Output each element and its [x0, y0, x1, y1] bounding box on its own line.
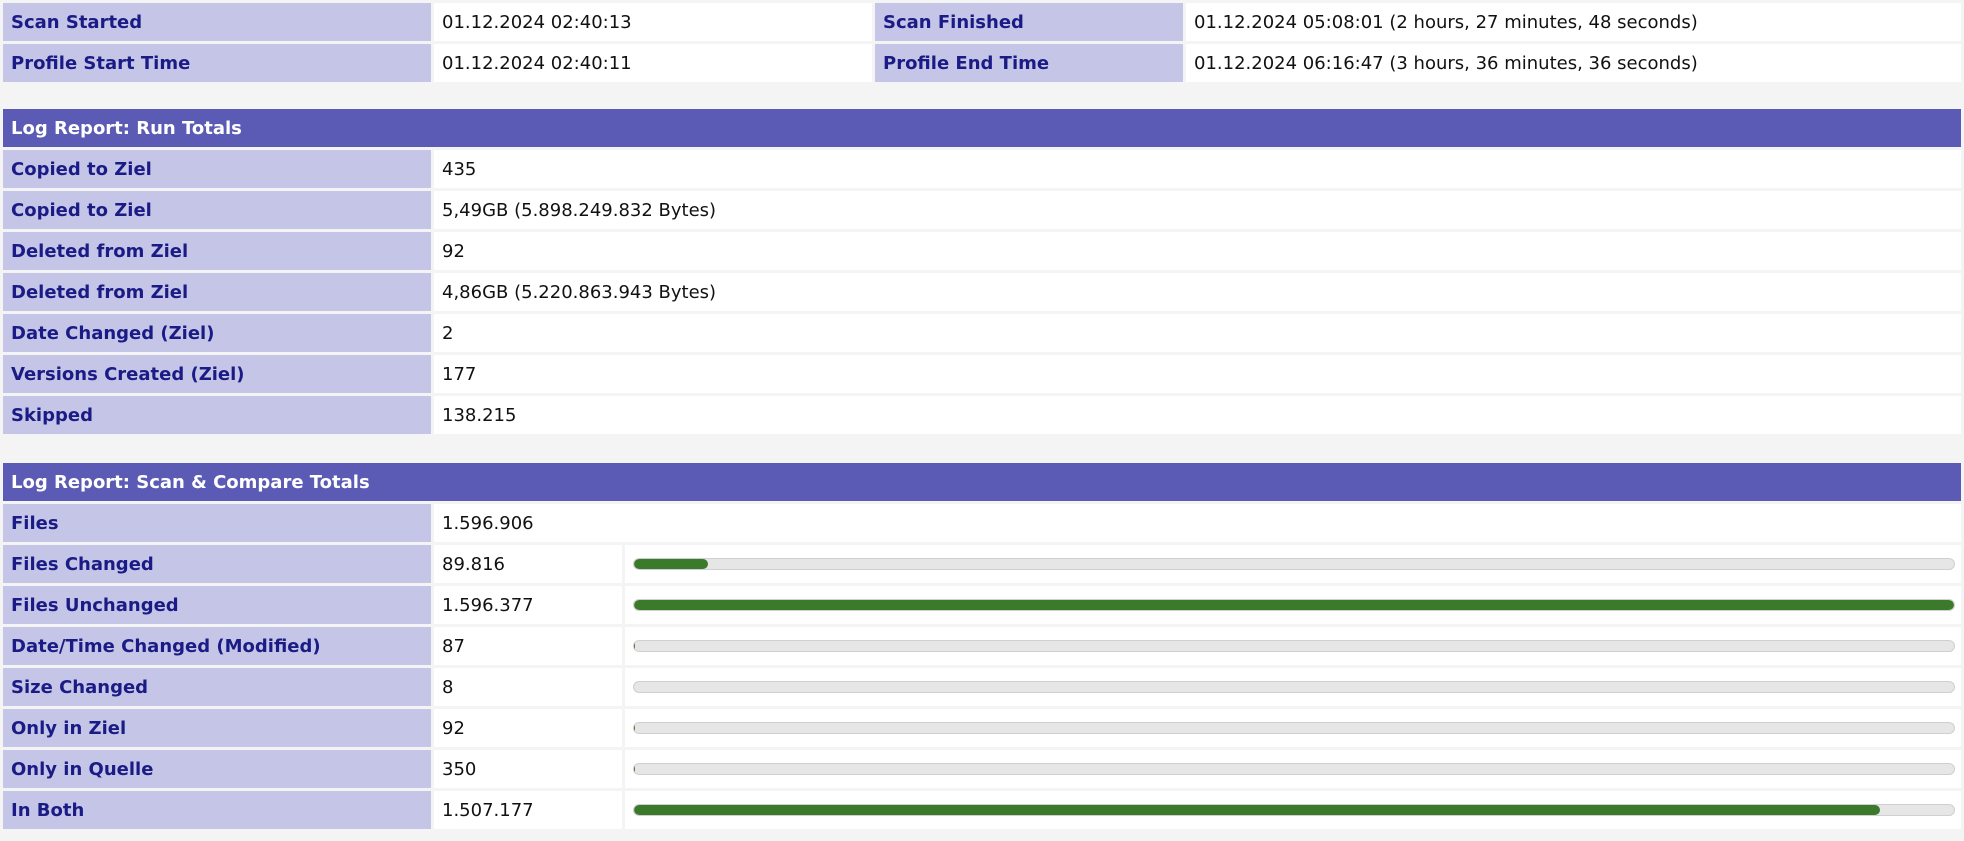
- row-value: 5,49GB (5.898.249.832 Bytes): [434, 191, 1961, 229]
- row-label: Files Unchanged: [3, 586, 431, 624]
- row-label: Skipped: [3, 396, 431, 434]
- scan-started-value: 01.12.2024 02:40:13: [434, 3, 872, 41]
- scan-totals-title: Log Report: Scan & Compare Totals: [3, 463, 1961, 501]
- scan-started-label: Scan Started: [3, 3, 431, 41]
- progress-cell: [625, 709, 1961, 747]
- progress-cell: [625, 586, 1961, 624]
- row-value: 92: [434, 709, 622, 747]
- run-totals-table: Log Report: Run Totals Copied to Ziel 43…: [0, 106, 1964, 437]
- row-label: Copied to Ziel: [3, 191, 431, 229]
- table-row: Files 1.596.906: [3, 504, 1961, 542]
- table-row: Skipped 138.215: [3, 396, 1961, 434]
- row-label: Date Changed (Ziel): [3, 314, 431, 352]
- row-value: 87: [434, 627, 622, 665]
- row-label: Deleted from Ziel: [3, 273, 431, 311]
- progress-cell: [625, 750, 1961, 788]
- table-row: Deleted from Ziel 92: [3, 232, 1961, 270]
- progress-cell: [625, 627, 1961, 665]
- table-row: Deleted from Ziel 4,86GB (5.220.863.943 …: [3, 273, 1961, 311]
- scan-finished-label: Scan Finished: [875, 3, 1183, 41]
- profile-end-label: Profile End Time: [875, 44, 1183, 82]
- row-label: Files Changed: [3, 545, 431, 583]
- row-value: 4,86GB (5.220.863.943 Bytes): [434, 273, 1961, 311]
- section-header: Log Report: Scan & Compare Totals: [3, 463, 1961, 501]
- profile-start-label: Profile Start Time: [3, 44, 431, 82]
- table-row: Scan Started 01.12.2024 02:40:13 Scan Fi…: [3, 3, 1961, 41]
- profile-end-value: 01.12.2024 06:16:47 (3 hours, 36 minutes…: [1186, 44, 1961, 82]
- progress-cell: [625, 668, 1961, 706]
- row-value: 92: [434, 232, 1961, 270]
- progress-bar: [633, 804, 1955, 816]
- table-row: Only in Quelle 350: [3, 750, 1961, 788]
- progress-fill: [634, 600, 1954, 610]
- run-totals-title: Log Report: Run Totals: [3, 109, 1961, 147]
- table-row: Date Changed (Ziel) 2: [3, 314, 1961, 352]
- scan-totals-table: Log Report: Scan & Compare Totals Files …: [0, 460, 1964, 832]
- row-label: Only in Ziel: [3, 709, 431, 747]
- progress-bar: [633, 681, 1955, 693]
- row-label: Copied to Ziel: [3, 150, 431, 188]
- table-row: Copied to Ziel 5,49GB (5.898.249.832 Byt…: [3, 191, 1961, 229]
- row-label: Versions Created (Ziel): [3, 355, 431, 393]
- row-value: 177: [434, 355, 1961, 393]
- table-row: Files Unchanged 1.596.377: [3, 586, 1961, 624]
- table-row: Versions Created (Ziel) 177: [3, 355, 1961, 393]
- progress-bar: [633, 640, 1955, 652]
- row-value: 2: [434, 314, 1961, 352]
- row-value: 1.507.177: [434, 791, 622, 829]
- table-row: Copied to Ziel 435: [3, 150, 1961, 188]
- table-row: Size Changed 8: [3, 668, 1961, 706]
- progress-bar: [633, 599, 1955, 611]
- table-row: Date/Time Changed (Modified) 87: [3, 627, 1961, 665]
- scan-finished-value: 01.12.2024 05:08:01 (2 hours, 27 minutes…: [1186, 3, 1961, 41]
- progress-fill: [634, 805, 1880, 815]
- progress-cell: [625, 545, 1961, 583]
- row-value: 8: [434, 668, 622, 706]
- row-value: 435: [434, 150, 1961, 188]
- progress-bar: [633, 763, 1955, 775]
- row-value: 138.215: [434, 396, 1961, 434]
- files-label: Files: [3, 504, 431, 542]
- row-value: 350: [434, 750, 622, 788]
- times-table: Scan Started 01.12.2024 02:40:13 Scan Fi…: [0, 0, 1964, 85]
- profile-start-value: 01.12.2024 02:40:11: [434, 44, 872, 82]
- row-label: Date/Time Changed (Modified): [3, 627, 431, 665]
- table-row: Files Changed 89.816: [3, 545, 1961, 583]
- row-value: 89.816: [434, 545, 622, 583]
- row-label: Only in Quelle: [3, 750, 431, 788]
- progress-fill: [634, 559, 709, 569]
- progress-bar: [633, 722, 1955, 734]
- row-label: Size Changed: [3, 668, 431, 706]
- table-row: Profile Start Time 01.12.2024 02:40:11 P…: [3, 44, 1961, 82]
- row-label: Deleted from Ziel: [3, 232, 431, 270]
- section-header: Log Report: Run Totals: [3, 109, 1961, 147]
- row-label: In Both: [3, 791, 431, 829]
- progress-cell: [625, 791, 1961, 829]
- files-value: 1.596.906: [434, 504, 1961, 542]
- row-value: 1.596.377: [434, 586, 622, 624]
- table-row: In Both 1.507.177: [3, 791, 1961, 829]
- log-report: Scan Started 01.12.2024 02:40:13 Scan Fi…: [0, 0, 1964, 841]
- table-row: Only in Ziel 92: [3, 709, 1961, 747]
- progress-bar: [633, 558, 1955, 570]
